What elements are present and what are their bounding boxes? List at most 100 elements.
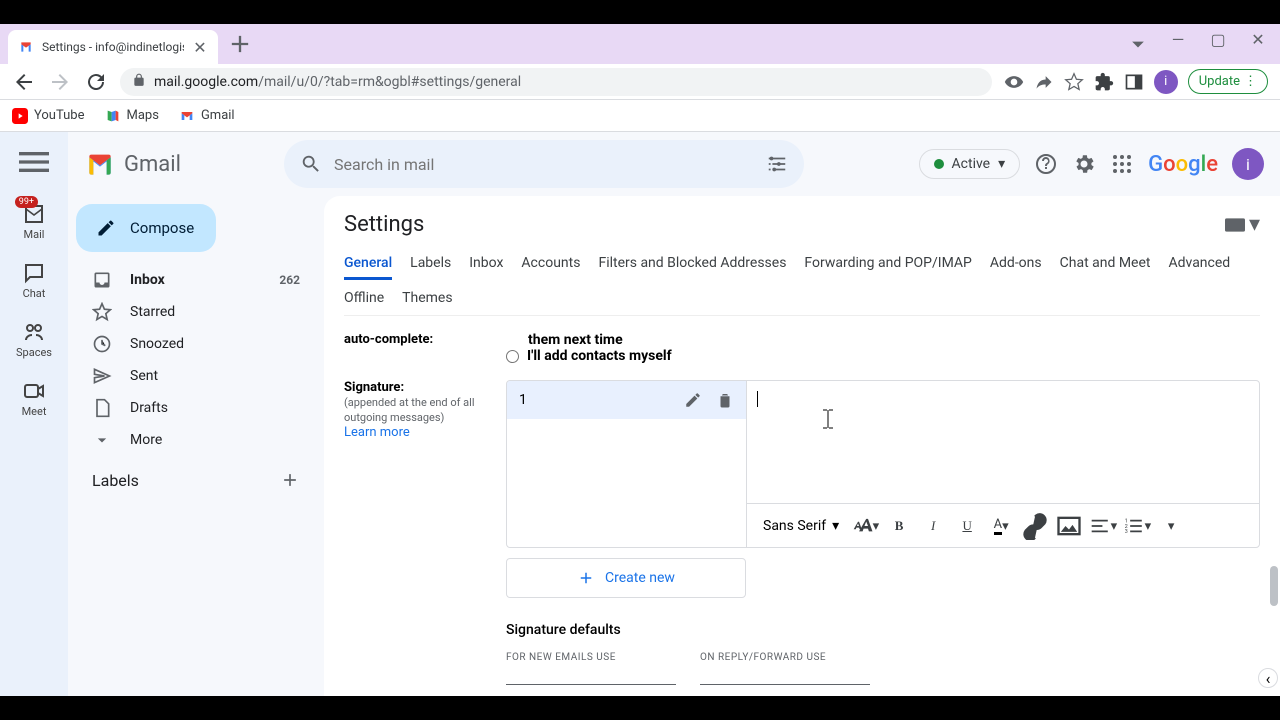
search-options-icon[interactable] [766,153,788,175]
font-size-button[interactable]: ▾ [851,512,879,540]
search-icon [300,153,322,175]
window-controls: — ▢ ✕ [1124,30,1272,58]
browser-tab[interactable]: Settings - info@indinetlogistics.c ✕ [8,30,218,64]
align-button[interactable]: ▾ [1089,512,1117,540]
side-panel-toggle[interactable]: ‹ [1258,668,1278,688]
create-new-signature-button[interactable]: Create new [506,558,746,598]
text-cursor-icon [821,409,835,433]
tab-forwarding[interactable]: Forwarding and POP/IMAP [804,249,971,280]
search-input[interactable] [334,155,754,174]
tab-addons[interactable]: Add-ons [990,249,1042,280]
gmail-icon [179,108,195,124]
new-tab-button[interactable] [226,30,254,58]
bookmark-gmail[interactable]: Gmail [179,108,235,124]
url-bar[interactable]: mail.google.com/mail/u/0/?tab=rm&ogbl#se… [120,68,992,96]
settings-title: Settings ▾ [344,212,1260,237]
lock-icon [132,72,146,91]
more-formatting-button[interactable]: ▾ [1157,512,1185,540]
google-logo[interactable]: Google [1148,152,1218,177]
tab-close-icon[interactable]: ✕ [192,39,208,55]
maximize-icon[interactable]: ▢ [1204,30,1232,58]
tab-labels[interactable]: Labels [410,249,451,280]
tab-filters[interactable]: Filters and Blocked Addresses [598,249,786,280]
defaults-reply-select[interactable] [700,667,870,685]
forward-button[interactable] [48,70,72,94]
status-dot-icon [934,159,944,169]
signature-setting: Signature: (appended at the end of all o… [344,372,1260,693]
main-menu-button[interactable] [14,142,54,182]
nav-more[interactable]: More [68,424,316,456]
minimize-icon[interactable]: — [1164,30,1192,58]
signature-editor[interactable] [747,381,1259,503]
extensions-icon[interactable] [1094,72,1114,92]
close-window-icon[interactable]: ✕ [1244,30,1272,58]
search-box[interactable] [284,140,804,188]
back-button[interactable] [12,70,36,94]
clock-icon [92,334,112,354]
gmail-favicon-icon [18,39,34,55]
list-button[interactable]: 123▾ [1123,512,1151,540]
tab-themes[interactable]: Themes [402,284,452,315]
bookmarks-bar: YouTube Maps Gmail [0,100,1280,132]
svg-text:3: 3 [1125,529,1128,535]
tab-inbox[interactable]: Inbox [469,249,503,280]
share-icon[interactable] [1034,72,1054,92]
tab-title: Settings - info@indinetlogistics.c [42,40,184,54]
underline-button[interactable]: U [953,512,981,540]
italic-button[interactable]: I [919,512,947,540]
tab-offline[interactable]: Offline [344,284,384,315]
sidepanel-icon[interactable] [1124,72,1144,92]
font-family-select[interactable]: Sans Serif ▾ [757,518,845,534]
apps-grid-icon[interactable] [1110,152,1134,176]
account-avatar[interactable]: i [1232,148,1264,180]
autocomplete-manual-radio[interactable] [506,350,519,363]
bookmark-maps[interactable]: Maps [105,108,159,124]
address-bar: mail.google.com/mail/u/0/?tab=rm&ogbl#se… [0,64,1280,100]
text-caret [757,391,758,407]
rail-spaces[interactable]: Spaces [16,320,52,359]
text-color-button[interactable]: A▾ [987,512,1015,540]
pencil-icon [96,218,116,238]
bookmark-youtube[interactable]: YouTube [12,108,85,124]
scrollbar-thumb[interactable] [1270,566,1278,606]
signature-item[interactable]: 1 [507,381,746,419]
tab-general[interactable]: General [344,249,392,280]
bold-button[interactable]: B [885,512,913,540]
bookmark-star-icon[interactable] [1064,72,1084,92]
nav-snoozed[interactable]: Snoozed [68,328,316,360]
rail-meet[interactable]: Meet [22,379,47,418]
link-button[interactable] [1021,512,1049,540]
defaults-new-select[interactable] [506,667,676,685]
settings-gear-icon[interactable] [1072,152,1096,176]
reload-button[interactable] [84,70,108,94]
tab-advanced[interactable]: Advanced [1168,249,1230,280]
compose-button[interactable]: Compose [76,204,216,252]
support-icon[interactable] [1034,152,1058,176]
rail-chat[interactable]: Chat [22,261,46,300]
delete-signature-icon[interactable] [716,391,734,409]
maps-icon [105,108,121,124]
nav-drafts[interactable]: Drafts [68,392,316,424]
tab-accounts[interactable]: Accounts [521,249,580,280]
rail-mail[interactable]: 99+ Mail [22,202,46,241]
image-button[interactable] [1055,512,1083,540]
gmail-logo[interactable]: Gmail [84,148,264,180]
mail-badge: 99+ [15,196,38,208]
edit-signature-icon[interactable] [684,391,702,409]
update-button[interactable]: Update⋮ [1188,69,1268,94]
nav-sent[interactable]: Sent [68,360,316,392]
status-chip[interactable]: Active ▾ [919,149,1021,179]
chat-icon [22,261,46,285]
chevron-down-icon: ▾ [998,156,1005,172]
browser-profile-avatar[interactable]: i [1154,70,1178,94]
file-icon [92,398,112,418]
learn-more-link[interactable]: Learn more [344,425,410,440]
add-label-icon[interactable] [280,470,300,490]
tab-chat-meet[interactable]: Chat and Meet [1060,249,1151,280]
tab-search-icon[interactable] [1124,30,1152,58]
send-icon [92,366,112,386]
eye-icon[interactable] [1004,72,1024,92]
nav-inbox[interactable]: Inbox 262 [68,264,316,296]
input-tools-icon[interactable]: ▾ [1225,212,1260,237]
nav-starred[interactable]: Starred [68,296,316,328]
